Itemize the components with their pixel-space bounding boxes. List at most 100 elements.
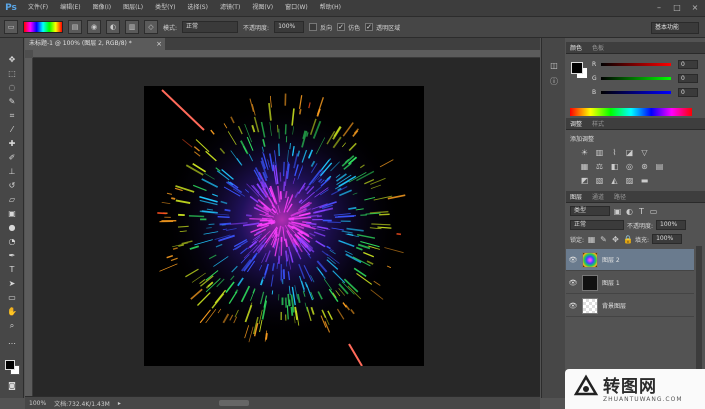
red-value-input[interactable]: 0 [678,60,698,69]
color-balance-icon[interactable]: ⚖ [595,162,604,171]
layer-row-layer-1[interactable]: 👁 图层 1 [566,272,694,294]
history-brush-tool-icon[interactable]: ↺ [4,180,20,191]
angle-gradient-icon[interactable]: ◐ [106,20,120,34]
marquee-tool-icon[interactable]: ⬚ [4,68,20,79]
lock-pixels-icon[interactable]: ✎ [599,235,608,244]
color-spectrum-bar[interactable] [570,108,692,116]
layer-opacity-input[interactable]: 100% [656,220,687,230]
tab-channels[interactable]: 通道 [592,192,604,201]
blend-mode-select[interactable]: 正常 [570,220,624,230]
ruler-origin[interactable] [25,50,33,58]
invert-icon[interactable]: ◩ [580,176,589,185]
tab-styles[interactable]: 样式 [592,119,604,128]
layer-name[interactable]: 背景图层 [602,301,626,310]
photo-filter-icon[interactable]: ◎ [625,162,634,171]
selective-color-icon[interactable]: ▨ [625,176,634,185]
horizontal-ruler[interactable] [33,50,540,58]
tab-paths[interactable]: 路径 [614,192,626,201]
status-menu-arrow[interactable]: ▸ [118,400,121,407]
document-canvas[interactable] [144,86,424,366]
gradient-picker[interactable] [23,21,63,33]
clone-stamp-tool-icon[interactable]: ⊥ [4,166,20,177]
tab-swatches[interactable]: 色板 [592,43,604,52]
tab-color[interactable]: 颜色 [570,43,582,52]
green-slider[interactable] [601,77,671,80]
zoom-level[interactable]: 100% [29,400,46,407]
tab-layers[interactable]: 图层 [570,192,582,201]
vibrance-icon[interactable]: ▽ [640,148,649,157]
dither-option[interactable]: ✓ 仿色 [337,23,360,32]
close-button[interactable]: × [689,2,701,13]
menu-help[interactable]: 帮助(H) [314,0,347,16]
properties-icon[interactable]: ⓘ [548,76,560,87]
visibility-eye-icon[interactable]: 👁 [566,256,580,264]
layer-name[interactable]: 图层 2 [602,255,620,264]
color-lookup-icon[interactable]: ▤ [655,162,664,171]
crop-tool-icon[interactable]: ⌗ [4,110,20,121]
close-icon[interactable]: × [156,38,162,50]
move-tool-icon[interactable]: ✥ [4,54,20,65]
levels-icon[interactable]: ▥ [595,148,604,157]
gradient-map-icon[interactable]: ▬ [640,176,649,185]
lock-transparent-icon[interactable]: ▦ [587,235,596,244]
document-tab[interactable]: 未标题-1 @ 100% (图层 2, RGB/8) * × [25,38,165,50]
menu-edit[interactable]: 编辑(E) [54,0,86,16]
quick-mask-icon[interactable]: ◙ [4,380,20,391]
gradient-tool-icon[interactable]: ▣ [4,208,20,219]
menu-window[interactable]: 窗口(W) [279,0,314,16]
canvas-area[interactable] [33,58,540,396]
opacity-input[interactable]: 100% [274,21,305,33]
menu-file[interactable]: 文件(F) [22,0,54,16]
gradient-tool-icon[interactable]: ▭ [4,20,18,34]
eraser-tool-icon[interactable]: ▱ [4,194,20,205]
layer-row-layer-2[interactable]: 👁 图层 2 [566,249,694,271]
eyedropper-tool-icon[interactable]: ⁄ [4,124,20,135]
filter-shape-icon[interactable]: ▭ [649,207,658,216]
filter-type-icon[interactable]: T [637,207,646,216]
menu-type[interactable]: 类型(Y) [149,0,181,16]
workspace-select[interactable]: 基本功能 [651,22,699,34]
maximize-button[interactable]: □ [671,2,683,13]
lock-position-icon[interactable]: ✥ [611,235,620,244]
horizontal-scrollbar[interactable] [218,400,249,406]
menu-filter[interactable]: 滤镜(T) [214,0,246,16]
tab-adjustments[interactable]: 调整 [570,119,582,128]
black-white-icon[interactable]: ◧ [610,162,619,171]
fill-input[interactable]: 100% [652,234,683,244]
hue-saturation-icon[interactable]: ▦ [580,162,589,171]
pen-tool-icon[interactable]: ✒ [4,250,20,261]
green-value-input[interactable]: 0 [678,74,698,83]
type-tool-icon[interactable]: T [4,264,20,275]
menu-image[interactable]: 图像(I) [87,0,117,16]
reflected-gradient-icon[interactable]: ▥ [125,20,139,34]
dodge-tool-icon[interactable]: ◔ [4,236,20,247]
linear-gradient-icon[interactable]: ▤ [68,20,82,34]
transparency-checkbox[interactable]: ✓ [365,23,374,31]
lasso-tool-icon[interactable]: ◌ [4,82,20,93]
exposure-icon[interactable]: ◪ [625,148,634,157]
brightness-icon[interactable]: ☀ [580,148,589,157]
foreground-color-swatch[interactable] [5,360,15,370]
posterize-icon[interactable]: ▧ [595,176,604,185]
quick-select-tool-icon[interactable]: ✎ [4,96,20,107]
healing-brush-tool-icon[interactable]: ✚ [4,138,20,149]
brush-tool-icon[interactable]: ✐ [4,152,20,163]
radial-gradient-icon[interactable]: ◉ [87,20,101,34]
menu-layer[interactable]: 图层(L) [117,0,149,16]
diamond-gradient-icon[interactable]: ◇ [144,20,158,34]
layer-filter-select[interactable]: 类型 [570,206,610,216]
transparency-option[interactable]: ✓ 透明区域 [365,23,400,32]
reverse-checkbox[interactable] [309,23,318,31]
hand-tool-icon[interactable]: ✋ [4,306,20,317]
filter-adjust-icon[interactable]: ◐ [625,207,634,216]
layer-row-background[interactable]: 👁 背景图层 [566,295,694,317]
lock-all-icon[interactable]: 🔒 [623,235,633,244]
blue-slider[interactable] [601,91,671,94]
dither-checkbox[interactable]: ✓ [337,23,346,31]
history-icon[interactable]: ◫ [548,60,560,71]
reverse-option[interactable]: 反向 [309,23,332,32]
path-select-tool-icon[interactable]: ➤ [4,278,20,289]
blur-tool-icon[interactable]: ● [4,222,20,233]
blue-value-input[interactable]: 0 [678,88,698,97]
layer-name[interactable]: 图层 1 [602,278,620,287]
